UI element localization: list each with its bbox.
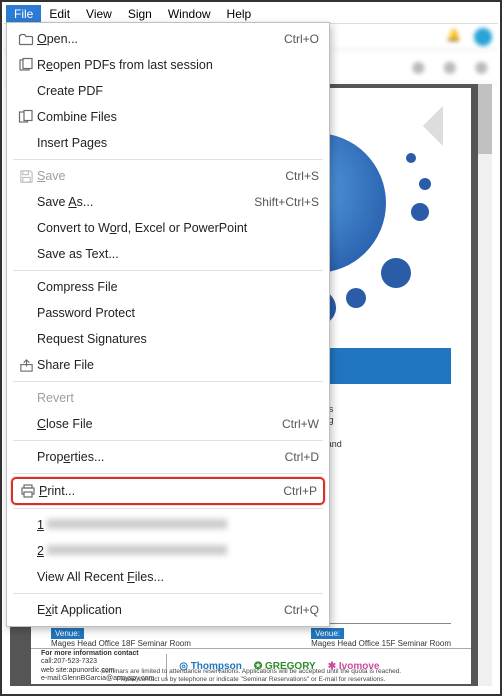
- menu-label: Close File: [37, 417, 282, 431]
- menu-label: Print...: [39, 484, 283, 498]
- menu-label: Convert to Word, Excel or PowerPoint: [37, 221, 319, 235]
- menu-shortcut: Ctrl+S: [285, 169, 319, 183]
- venue-text: Mages Head Office 15F Seminar Room: [311, 639, 451, 648]
- print-icon: [17, 483, 39, 499]
- menu-item-save-text[interactable]: Save as Text...: [7, 241, 329, 267]
- menu-shortcut: Ctrl+P: [283, 484, 317, 498]
- menu-file[interactable]: File: [6, 5, 41, 23]
- menu-item-convert[interactable]: Convert to Word, Excel or PowerPoint: [7, 215, 329, 241]
- menu-item-save[interactable]: Save Ctrl+S: [7, 163, 329, 189]
- menu-item-view-all-recent[interactable]: View All Recent Files...: [7, 564, 329, 590]
- menu-bar: File Edit View Sign Window Help: [4, 4, 498, 24]
- menu-item-signatures[interactable]: Request Signatures: [7, 326, 329, 352]
- menu-label: 1: [37, 518, 319, 532]
- menu-label: Save as Text...: [37, 247, 319, 261]
- menu-label: Save As...: [37, 195, 254, 209]
- share-icon: [15, 358, 37, 373]
- menu-label: Reopen PDFs from last session: [37, 58, 319, 72]
- menu-label: Revert: [37, 391, 319, 405]
- menu-label: Request Signatures: [37, 332, 319, 346]
- menu-label: Password Protect: [37, 306, 319, 320]
- menu-label: View All Recent Files...: [37, 570, 319, 584]
- menu-item-create-pdf[interactable]: Create PDF: [7, 78, 329, 104]
- menu-shortcut: Ctrl+W: [282, 417, 319, 431]
- menu-label: Compress File: [37, 280, 319, 294]
- menu-shortcut: Ctrl+O: [284, 32, 319, 46]
- venue-label: Venue:: [311, 628, 344, 639]
- menu-label: 2: [37, 544, 319, 558]
- venue-label: Venue:: [51, 628, 84, 639]
- menu-item-reopen[interactable]: Reopen PDFs from last session: [7, 52, 329, 78]
- menu-item-close[interactable]: Close File Ctrl+W: [7, 411, 329, 437]
- menu-window[interactable]: Window: [160, 5, 219, 23]
- scrollbar-thumb[interactable]: [478, 84, 492, 154]
- bell-icon: 🔔: [446, 28, 464, 46]
- user-icon: [474, 28, 492, 46]
- menu-item-insert-pages[interactable]: Insert Pages: [7, 130, 329, 156]
- file-menu-dropdown: Open... Ctrl+O Reopen PDFs from last ses…: [6, 22, 330, 627]
- menu-label: Properties...: [37, 450, 285, 464]
- menu-shortcut: Ctrl+D: [285, 450, 319, 464]
- menu-item-compress[interactable]: Compress File: [7, 274, 329, 300]
- save-icon: [15, 169, 37, 184]
- menu-edit[interactable]: Edit: [41, 5, 78, 23]
- vertical-scrollbar[interactable]: [478, 84, 492, 686]
- combine-icon: [15, 109, 37, 125]
- menu-help[interactable]: Help: [219, 5, 260, 23]
- menu-label: Combine Files: [37, 110, 319, 124]
- menu-view[interactable]: View: [78, 5, 120, 23]
- menu-label: Save: [37, 169, 285, 183]
- menu-label: Insert Pages: [37, 136, 319, 150]
- toolbar-icon: ⬤: [443, 60, 456, 74]
- menu-shortcut: Ctrl+Q: [284, 603, 319, 617]
- menu-item-recent-2[interactable]: 2: [7, 538, 329, 564]
- legal-footer: Seminars are limited to attendance reser…: [2, 668, 500, 684]
- menu-item-save-as[interactable]: Save As... Shift+Ctrl+S: [7, 189, 329, 215]
- menu-label: Open...: [37, 32, 284, 46]
- menu-item-password[interactable]: Password Protect: [7, 300, 329, 326]
- menu-label: Share File: [37, 358, 319, 372]
- venue-text: Mages Head Office 18F Seminar Room: [51, 639, 191, 648]
- menu-item-recent-1[interactable]: 1: [7, 512, 329, 538]
- menu-label: Create PDF: [37, 84, 319, 98]
- menu-item-combine[interactable]: Combine Files: [7, 104, 329, 130]
- menu-item-open[interactable]: Open... Ctrl+O: [7, 26, 329, 52]
- menu-item-print[interactable]: Print... Ctrl+P: [11, 477, 325, 505]
- menu-item-share[interactable]: Share File: [7, 352, 329, 378]
- menu-item-revert[interactable]: Revert: [7, 385, 329, 411]
- toolbar-icon: ⬤: [475, 60, 488, 74]
- menu-item-properties[interactable]: Properties... Ctrl+D: [7, 444, 329, 470]
- menu-item-exit[interactable]: Exit Application Ctrl+Q: [7, 597, 329, 623]
- menu-label: Exit Application: [37, 603, 284, 617]
- folder-open-icon: [15, 31, 37, 47]
- reopen-icon: [15, 57, 37, 73]
- menu-sign[interactable]: Sign: [120, 5, 160, 23]
- toolbar-icon: ⬤: [412, 60, 425, 74]
- menu-shortcut: Shift+Ctrl+S: [254, 195, 319, 209]
